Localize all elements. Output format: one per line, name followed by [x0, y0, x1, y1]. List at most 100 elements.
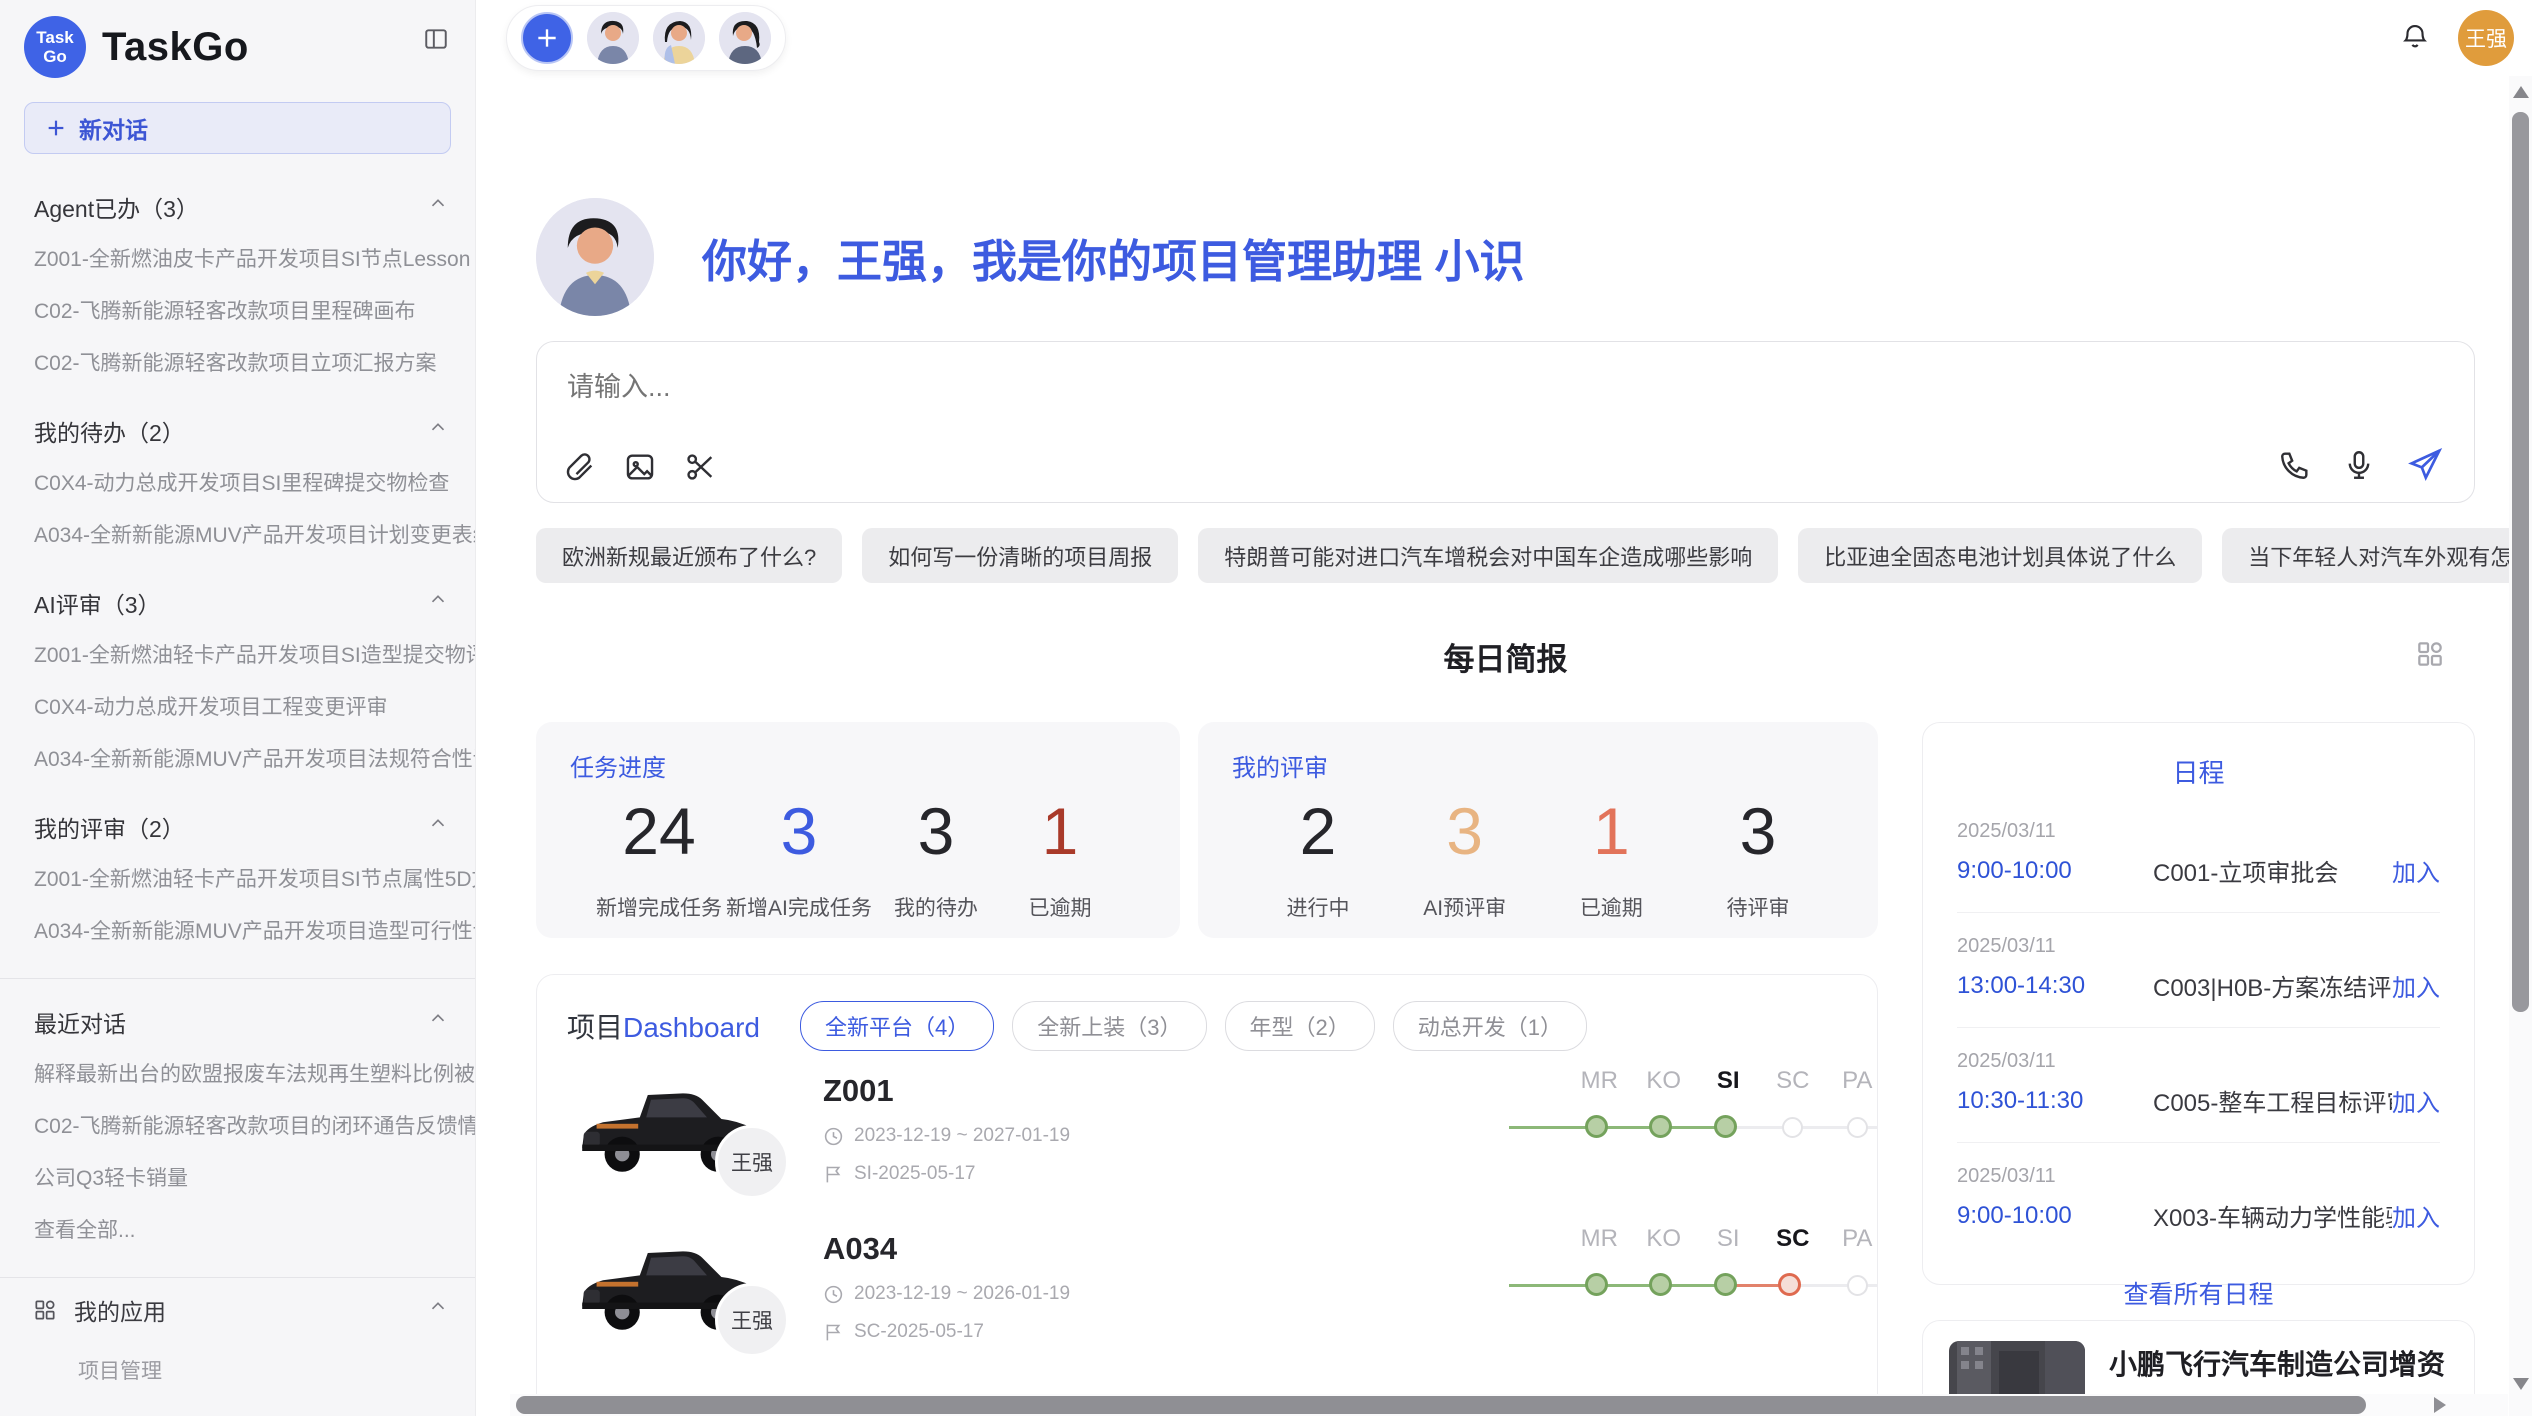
- new-chat-label: 新对话: [79, 111, 148, 145]
- suggestion-chip[interactable]: 欧洲新规最近颁布了什么?: [536, 528, 842, 583]
- notifications-bell-icon[interactable]: [2400, 21, 2430, 56]
- stat-value: 1: [1000, 786, 1120, 876]
- stat-value: 3: [1698, 786, 1818, 876]
- sidebar-item[interactable]: A034-全新新能源MUV产品开发项目造型可行性评审: [0, 904, 475, 956]
- scroll-down-arrow-icon[interactable]: [2513, 1378, 2529, 1390]
- dashboard-tab[interactable]: 全新平台（4）: [800, 1001, 994, 1051]
- milestone-dot[interactable]: [1847, 1275, 1868, 1296]
- sidebar-group-1[interactable]: 我的待办（2）: [0, 388, 475, 456]
- scroll-right-arrow-icon[interactable]: [2434, 1397, 2446, 1413]
- suggestion-chip[interactable]: 比亚迪全固态电池计划具体说了什么: [1798, 528, 2202, 583]
- app-item[interactable]: 项目管理: [0, 1342, 475, 1398]
- sidebar-item[interactable]: Z001-全新燃油轻卡产品开发项目SI节点属性5D文件评审: [0, 852, 475, 904]
- milestone-labels: MRKOSISCPAPRPECFECLRLSJ1OKTB: [1567, 1067, 1878, 1095]
- sidebar-item[interactable]: C0X4-动力总成开发项目SI里程碑提交物检查: [0, 456, 475, 508]
- milestone-dot[interactable]: [1782, 1117, 1803, 1138]
- app-item[interactable]: 产品管理: [0, 1398, 475, 1416]
- recent-chat-item[interactable]: C02-飞腾新能源轻客改款项目的闭环通告反馈情况: [0, 1099, 475, 1151]
- milestone-dot[interactable]: [1714, 1115, 1737, 1138]
- layout-grid-icon[interactable]: [2414, 638, 2446, 675]
- suggestion-chip[interactable]: 如何写一份清晰的项目周报: [862, 528, 1178, 583]
- image-icon[interactable]: [623, 450, 657, 484]
- recent-chat-item[interactable]: 查看全部...: [0, 1203, 475, 1255]
- project-dates: 2023-12-19 ~ 2027-01-19: [823, 1125, 1070, 1147]
- join-meeting-link[interactable]: 加入: [2392, 1198, 2440, 1233]
- view-all-schedule-link[interactable]: 查看所有日程: [1923, 1257, 2474, 1311]
- send-icon[interactable]: [2406, 446, 2444, 484]
- schedule-date: 2025/03/11: [1957, 1050, 2440, 1073]
- sidebar-group-2[interactable]: AI评审（3）: [0, 560, 475, 628]
- milestone-label: SI: [1696, 1067, 1761, 1095]
- recent-chat-item[interactable]: 解释最新出台的欧盟报废车法规再生塑料比例被调至15%...: [0, 1047, 475, 1099]
- milestone-dot[interactable]: [1585, 1273, 1608, 1296]
- user-avatar[interactable]: 王强: [2458, 10, 2514, 66]
- project-row[interactable]: 王强A0342023-12-19 ~ 2026-01-19SC-2025-05-…: [537, 1225, 1877, 1383]
- milestone-label: PA: [1825, 1225, 1878, 1253]
- milestone-dot[interactable]: [1847, 1117, 1868, 1138]
- clock-icon: [823, 1284, 844, 1305]
- sidebar-item-my-apps[interactable]: 我的应用: [0, 1278, 475, 1342]
- suggestion-chip[interactable]: 特朗普可能对进口汽车增税会对中国车企造成哪些影响: [1198, 528, 1778, 583]
- flag-icon: [823, 1164, 844, 1185]
- milestone-label: MR: [1567, 1067, 1632, 1095]
- milestone-timeline: MRKOSISCPAPRPECFECLRLSJ1OKTB: [1567, 1225, 1878, 1301]
- sidebar-item[interactable]: C02-飞腾新能源轻客改款项目里程碑画布: [0, 284, 475, 336]
- paperclip-icon[interactable]: [563, 450, 597, 484]
- dashboard-tabs: 全新平台（4） 全新上装（3） 年型（2） 动总开发（1）: [800, 1001, 1587, 1051]
- sidebar-item[interactable]: A034-全新新能源MUV产品开发项目计划变更表编写: [0, 508, 475, 560]
- agent-avatar[interactable]: [587, 12, 639, 64]
- new-chat-button[interactable]: 新对话: [24, 102, 451, 154]
- phone-icon[interactable]: [2278, 448, 2312, 482]
- sidebar-item[interactable]: Z001-全新燃油轻卡产品开发项目SI造型提交物评审: [0, 628, 475, 680]
- schedule-time: 9:00-10:00: [1957, 1202, 2153, 1230]
- schedule-time: 13:00-14:30: [1957, 972, 2153, 1000]
- sidebar-group-recent[interactable]: 最近对话: [0, 979, 475, 1047]
- milestone-dot[interactable]: [1778, 1273, 1801, 1296]
- join-meeting-link[interactable]: 加入: [2392, 1083, 2440, 1118]
- vertical-scrollbar: [2509, 76, 2532, 1416]
- agent-avatar[interactable]: [719, 12, 771, 64]
- sidebar-group-3-label: 我的评审（2）: [34, 810, 185, 844]
- project-row[interactable]: 王强Z0012023-12-19 ~ 2027-01-19SI-2025-05-…: [537, 1067, 1877, 1225]
- agent-avatar[interactable]: [653, 12, 705, 64]
- horizontal-scrollbar-thumb[interactable]: [516, 1396, 2366, 1414]
- clock-icon: [823, 1126, 844, 1147]
- milestone-dot[interactable]: [1714, 1273, 1737, 1296]
- dashboard-tab[interactable]: 全新上装（3）: [1012, 1001, 1206, 1051]
- schedule-card: 日程 2025/03/119:00-10:00C001-立项审批会加入2025/…: [1922, 722, 2475, 1285]
- chat-input-box[interactable]: [536, 341, 2475, 503]
- sidebar-collapse-icon[interactable]: [423, 26, 449, 57]
- add-agent-button[interactable]: [521, 12, 573, 64]
- milestone-label: SI: [1696, 1225, 1761, 1253]
- sidebar-item[interactable]: Z001-全新燃油皮卡产品开发项目SI节点Lesson Learn报告: [0, 232, 475, 284]
- stat-item: 2进行中: [1258, 786, 1378, 922]
- scroll-up-arrow-icon[interactable]: [2513, 86, 2529, 98]
- suggestion-chip[interactable]: 当下年轻人对汽车外观有怎样的喜好趋势: [2222, 528, 2532, 583]
- schedule-name: X003-车辆动力学性能验...: [2153, 1198, 2392, 1233]
- vertical-scrollbar-thumb[interactable]: [2512, 112, 2529, 1012]
- assistant-avatar: [536, 198, 654, 316]
- sidebar-header: Task Go TaskGo: [0, 0, 475, 88]
- chevron-up-icon: [427, 1296, 449, 1324]
- greeting-text: 你好，王强，我是你的项目管理助理 小识: [702, 225, 1525, 290]
- milestone-dot[interactable]: [1649, 1115, 1672, 1138]
- recent-chat-item[interactable]: 公司Q3轻卡销量: [0, 1151, 475, 1203]
- milestone-dot[interactable]: [1585, 1115, 1608, 1138]
- chat-input[interactable]: [567, 372, 2067, 403]
- sidebar-group-3[interactable]: 我的评审（2）: [0, 784, 475, 852]
- join-meeting-link[interactable]: 加入: [2392, 968, 2440, 1003]
- join-meeting-link[interactable]: 加入: [2392, 853, 2440, 888]
- dashboard-tab[interactable]: 年型（2）: [1225, 1001, 1375, 1051]
- stat-label: 我的待办: [876, 892, 996, 922]
- scissors-icon[interactable]: [683, 450, 717, 484]
- milestone-dot[interactable]: [1649, 1273, 1672, 1296]
- stat-label: 新增AI完成任务: [726, 892, 872, 922]
- sidebar-item[interactable]: C0X4-动力总成开发项目工程变更评审: [0, 680, 475, 732]
- dashboard-tab[interactable]: 动总开发（1）: [1393, 1001, 1587, 1051]
- sidebar-item[interactable]: C02-飞腾新能源轻客改款项目立项汇报方案: [0, 336, 475, 388]
- stat-item: 24新增完成任务: [596, 786, 722, 922]
- mic-icon[interactable]: [2342, 448, 2376, 482]
- sidebar-group-0[interactable]: Agent已办（3）: [0, 164, 475, 232]
- sidebar-item[interactable]: A034-全新新能源MUV产品开发项目法规符合性评审: [0, 732, 475, 784]
- schedule-name: C001-立项审批会: [2153, 853, 2392, 888]
